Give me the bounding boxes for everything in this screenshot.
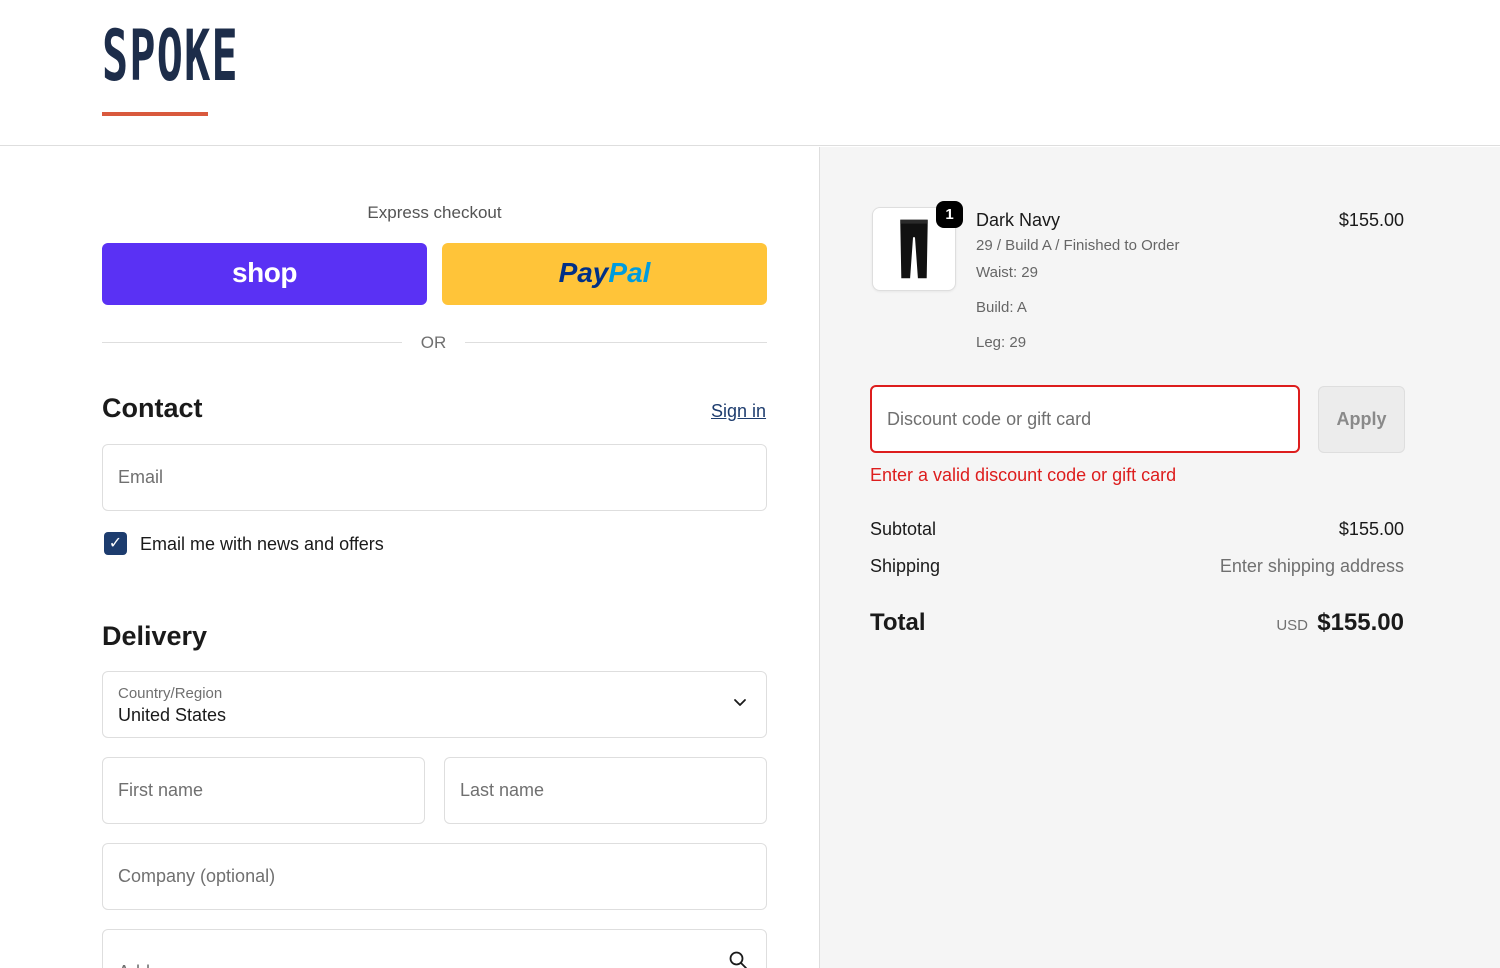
address-field[interactable] <box>102 929 767 968</box>
product-price: $155.00 <box>1338 210 1404 230</box>
country-select[interactable]: Country/Region United States <box>102 671 767 738</box>
apply-discount-button[interactable]: Apply <box>1318 386 1405 453</box>
address-input[interactable] <box>103 930 766 968</box>
paypal-label-pay: Pay <box>558 257 609 288</box>
product-build: Build: A <box>976 299 1027 316</box>
site-header: SPOKE <box>0 0 1500 146</box>
total-label: Total <box>870 609 926 636</box>
product-waist: Waist: 29 <box>976 264 1038 281</box>
email-field[interactable] <box>102 444 767 511</box>
first-name-field[interactable] <box>102 757 425 824</box>
search-icon[interactable] <box>728 950 748 968</box>
total-value: $155.00 <box>1317 609 1404 636</box>
first-name-input[interactable] <box>103 758 424 823</box>
newsletter-checkbox[interactable]: ✓ <box>104 532 127 555</box>
last-name-field[interactable] <box>444 757 767 824</box>
checkout-form: Express checkout shop PayPal OR Contact … <box>0 147 819 968</box>
divider-line <box>465 342 767 343</box>
express-checkout-title: Express checkout <box>367 203 502 222</box>
discount-field[interactable] <box>870 385 1300 453</box>
divider-line <box>102 342 402 343</box>
country-label: Country/Region <box>118 685 223 702</box>
discount-input[interactable] <box>872 387 1298 451</box>
paypal-button[interactable]: PayPal <box>442 243 767 305</box>
company-field[interactable] <box>102 843 767 910</box>
shipping-value: Enter shipping address <box>1219 556 1404 576</box>
sign-in-link[interactable]: Sign in <box>711 401 766 422</box>
email-input[interactable] <box>103 445 766 510</box>
country-value: United States <box>118 705 227 725</box>
chevron-down-icon <box>734 699 746 706</box>
quantity-badge: 1 <box>936 201 963 228</box>
discount-error-message: Enter a valid discount code or gift card <box>870 465 1177 485</box>
newsletter-label: Email me with news and offers <box>140 534 384 554</box>
or-label: OR <box>420 333 447 352</box>
paypal-label-pal: Pal <box>608 257 651 288</box>
product-variant: 29 / Build A / Finished to Order <box>976 237 1180 254</box>
subtotal-value: $155.00 <box>1338 519 1404 539</box>
last-name-input[interactable] <box>445 758 766 823</box>
brand-logo[interactable]: SPOKE <box>102 21 239 91</box>
product-name: Dark Navy <box>976 210 1061 230</box>
shipping-label: Shipping <box>870 556 941 576</box>
product-leg: Leg: 29 <box>976 334 1027 351</box>
order-summary: 1 Dark Navy 29 / Build A / Finished to O… <box>819 147 1500 968</box>
total-currency: USD <box>1276 617 1308 634</box>
company-input[interactable] <box>103 844 766 909</box>
or-divider: OR <box>102 331 767 355</box>
subtotal-label: Subtotal <box>870 519 937 539</box>
logo-underline <box>102 112 208 116</box>
contact-title: Contact <box>102 393 203 423</box>
shop-pay-button[interactable]: shop <box>102 243 427 305</box>
delivery-title: Delivery <box>102 621 208 651</box>
